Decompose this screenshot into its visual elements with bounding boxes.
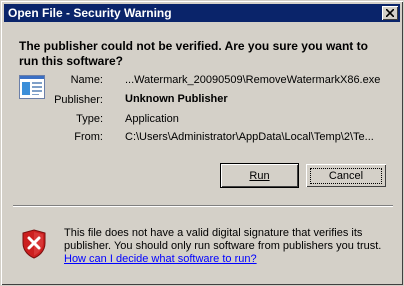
run-button-label: Run bbox=[249, 170, 269, 182]
publisher-label: Publisher: bbox=[54, 94, 103, 106]
security-shield-x-icon bbox=[21, 229, 47, 259]
from-label: From: bbox=[74, 131, 103, 143]
name-value: ...Watermark_20090509\RemoveWatermarkX86… bbox=[125, 74, 381, 86]
close-button[interactable] bbox=[382, 6, 398, 20]
warning-message: This file does not have a valid digital … bbox=[64, 227, 394, 266]
run-label-text: Run bbox=[249, 169, 270, 182]
run-button[interactable]: Run bbox=[220, 163, 299, 188]
warning-text: This file does not have a valid digital … bbox=[64, 227, 382, 252]
type-label: Type: bbox=[76, 113, 103, 125]
title-bar[interactable]: Open File - Security Warning bbox=[4, 4, 400, 22]
help-link[interactable]: How can I decide what software to run? bbox=[64, 253, 257, 265]
security-warning-dialog: Open File - Security Warning The publish… bbox=[0, 0, 404, 286]
close-icon bbox=[386, 9, 394, 17]
warning-headline: The publisher could not be verified. Are… bbox=[19, 39, 368, 68]
name-label: Name: bbox=[70, 74, 103, 86]
window-title: Open File - Security Warning bbox=[8, 6, 172, 20]
type-value: Application bbox=[125, 113, 179, 125]
from-value: C:\Users\Administrator\AppData\Local\Tem… bbox=[125, 131, 374, 143]
cancel-button-label: Cancel bbox=[309, 167, 383, 184]
divider bbox=[13, 205, 393, 207]
publisher-value: Unknown Publisher bbox=[125, 93, 228, 105]
cancel-button[interactable]: Cancel bbox=[306, 164, 386, 187]
